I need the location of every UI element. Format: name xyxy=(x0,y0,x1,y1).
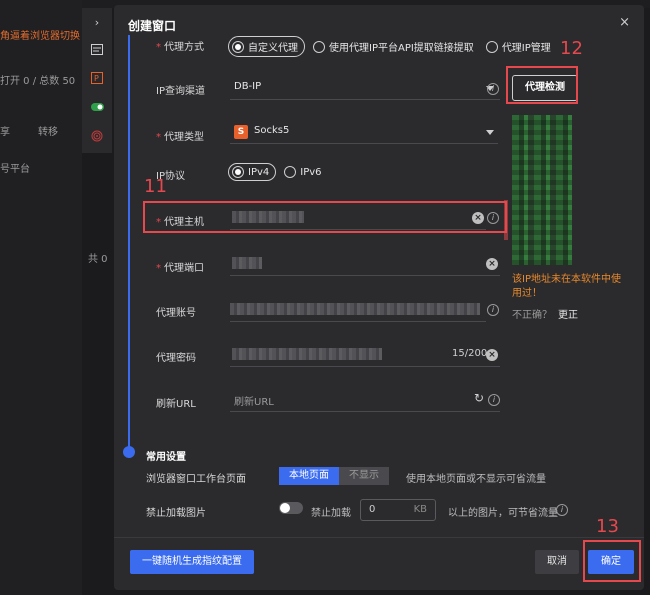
info-icon[interactable]: i xyxy=(487,304,499,316)
section-timeline xyxy=(128,35,130,455)
close-icon[interactable]: × xyxy=(619,15,630,30)
images-label: 禁止加载图片 xyxy=(146,508,206,519)
toggle-icon[interactable] xyxy=(90,101,104,113)
change-link[interactable]: 更正 xyxy=(558,310,578,321)
background-text: 号平台 xyxy=(0,164,30,175)
redacted-check-result xyxy=(512,115,572,265)
proxy-mode-custom[interactable]: 自定义代理 xyxy=(228,36,305,57)
ip-protocol-ipv4[interactable]: IPv4 xyxy=(228,163,277,181)
info-icon[interactable]: i xyxy=(556,504,568,516)
disable-images-toggle[interactable] xyxy=(279,502,303,514)
background-text: 打开 0 / 总数 50 xyxy=(0,76,76,87)
workbench-hint: 使用本地页面或不显示可省流量 xyxy=(406,474,546,485)
workbench-label: 浏览器窗口工作台页面 xyxy=(146,474,246,485)
clear-icon[interactable]: × xyxy=(486,349,498,361)
radio-icon[interactable] xyxy=(284,166,297,178)
ip-protocol-group: IPv4 IPv6 xyxy=(228,163,322,181)
proxy-mode-group: 自定义代理 使用代理IP平台API提取链接提取 代理IP管理 xyxy=(228,36,551,57)
redacted-value xyxy=(230,303,480,315)
radio-icon xyxy=(232,166,244,178)
side-toolbar: › P xyxy=(82,8,112,153)
workbench-segment: 本地页面 不显示 xyxy=(279,467,389,485)
random-fingerprint-button[interactable]: 一键随机生成指纹配置 xyxy=(130,550,254,574)
svg-text:P: P xyxy=(94,74,99,83)
images-hint: 以上的图片，可节省流量 xyxy=(448,508,558,519)
refresh-url-label: 刷新URL xyxy=(156,399,196,410)
ip-protocol-ipv6[interactable]: IPv6 xyxy=(300,167,321,178)
proxy-account-label: 代理账号 xyxy=(156,308,196,319)
proxy-mode-api[interactable]: 使用代理IP平台API提取链接提取 xyxy=(329,39,474,54)
background-text: 享 xyxy=(0,127,10,138)
chevron-down-icon xyxy=(486,130,494,135)
cancel-button[interactable]: 取消 xyxy=(535,550,579,574)
dialog-footer: 一键随机生成指纹配置 取消 确定 xyxy=(114,537,644,590)
toggle-label: 禁止加载 xyxy=(311,508,351,519)
dialog-title: 创建窗口 xyxy=(128,19,177,33)
proxy-password-label: 代理密码 xyxy=(156,353,196,364)
refresh-icon[interactable]: ↻ xyxy=(474,391,484,405)
proxy-icon[interactable]: P xyxy=(90,72,104,84)
background-app-list: 角逼着浏览器切换 打开 0 / 总数 50 享 转移 号平台 共 0 xyxy=(0,0,108,595)
password-counter: 15/200 xyxy=(452,348,488,359)
proxy-type-label: * 代理类型 xyxy=(156,132,204,143)
annotation-number: 13 xyxy=(596,516,619,537)
proxy-port-input[interactable]: × xyxy=(230,253,500,276)
common-settings-title: 常用设置 xyxy=(146,452,186,463)
ip-query-select[interactable]: DB-IP xyxy=(230,77,500,100)
proxy-mode-manage[interactable]: 代理IP管理 xyxy=(502,39,551,54)
annotation-box-host xyxy=(143,201,507,233)
image-size-input[interactable]: 0 KB xyxy=(360,499,436,521)
proxy-account-input[interactable] xyxy=(230,299,486,322)
ip-query-label: IP查询渠道 xyxy=(156,86,205,97)
proxy-type-select[interactable]: S Socks5 xyxy=(230,121,498,144)
refresh-url-input[interactable]: 刷新URL ↻ i xyxy=(230,389,500,412)
radio-icon[interactable] xyxy=(485,40,498,53)
refresh-url-placeholder: 刷新URL xyxy=(234,397,274,408)
background-text: 角逼着浏览器切换 xyxy=(0,31,80,42)
proxy-mode-label: * 代理方式 xyxy=(156,42,204,53)
window-icon[interactable] xyxy=(90,43,104,55)
annotation-box-check xyxy=(506,66,578,104)
segment-local-page[interactable]: 本地页面 xyxy=(279,467,339,485)
chevron-right-icon[interactable]: › xyxy=(90,16,104,29)
clear-icon[interactable]: × xyxy=(486,258,498,270)
info-icon[interactable]: i xyxy=(488,394,500,406)
radio-icon xyxy=(232,40,244,53)
socks-icon: S xyxy=(234,125,248,139)
redacted-value xyxy=(232,348,382,360)
proxy-type-value: Socks5 xyxy=(254,125,290,136)
wrong-prompt: 不正确？ 更正 xyxy=(512,310,578,321)
background-text: 共 0 xyxy=(88,254,108,265)
proxy-password-input[interactable]: 15/200 × xyxy=(230,344,500,367)
info-icon[interactable]: i xyxy=(487,83,499,95)
image-size-unit: KB xyxy=(413,504,427,515)
ip-query-value: DB-IP xyxy=(234,81,262,92)
segment-hide[interactable]: 不显示 xyxy=(339,467,389,485)
annotation-number: 11 xyxy=(144,176,167,197)
annotation-box-ok xyxy=(583,540,641,582)
proxy-port-label: * 代理端口 xyxy=(156,263,204,274)
redacted-value xyxy=(232,257,262,269)
annotation-number: 12 xyxy=(560,38,583,59)
radio-icon[interactable] xyxy=(313,40,325,53)
fingerprint-icon[interactable] xyxy=(90,130,104,142)
image-size-value: 0 xyxy=(369,504,376,515)
section-marker xyxy=(123,446,135,458)
background-text: 转移 xyxy=(38,127,58,138)
ip-warning-text: 该IP地址未在本软件中使用过！ xyxy=(512,274,621,299)
